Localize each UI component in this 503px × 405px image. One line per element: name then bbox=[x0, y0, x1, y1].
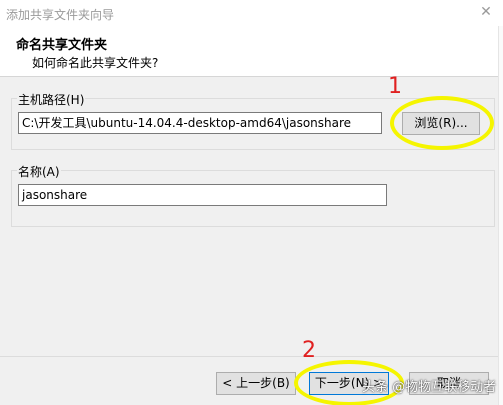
window-edge bbox=[498, 26, 503, 405]
page-title: 命名共享文件夹 bbox=[16, 38, 108, 53]
annotation-marker-2: 2 bbox=[302, 338, 316, 363]
watermark: 头条 @物物互联移动者 bbox=[362, 380, 497, 395]
host-path-label: 主机路径(H) bbox=[17, 91, 86, 108]
name-input[interactable]: jasonshare bbox=[18, 184, 387, 206]
back-button[interactable]: < 上一步(B) bbox=[216, 372, 296, 395]
browse-highlight-ellipse bbox=[390, 96, 494, 150]
window-title: 添加共享文件夹向导 bbox=[6, 8, 115, 22]
title-bar: 添加共享文件夹向导 ✕ bbox=[0, 0, 503, 26]
page-subtitle: 如何命名此共享文件夹? bbox=[32, 56, 159, 70]
wizard-header: 命名共享文件夹 如何命名此共享文件夹? bbox=[0, 26, 503, 77]
annotation-marker-1: 1 bbox=[388, 74, 402, 99]
name-label: 名称(A) bbox=[17, 163, 61, 180]
wizard-window: 添加共享文件夹向导 ✕ 命名共享文件夹 如何命名此共享文件夹? 主机路径(H) … bbox=[0, 0, 503, 405]
close-icon[interactable]: ✕ bbox=[478, 4, 494, 20]
host-path-input[interactable]: C:\开发工具\ubuntu-14.04.4-desktop-amd64\jas… bbox=[18, 112, 382, 134]
footer-divider bbox=[0, 356, 498, 357]
